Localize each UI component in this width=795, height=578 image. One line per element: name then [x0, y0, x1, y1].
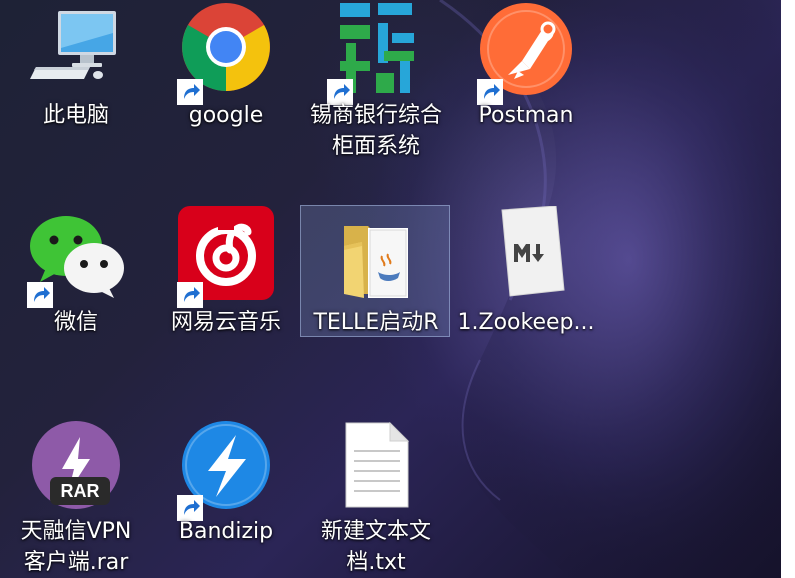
- icon-label: 此电脑: [42, 103, 109, 128]
- desktop: 此电脑 google 锡商银行综合 柜面系统 Postman 微信 网易云音乐 …: [0, 0, 795, 578]
- desktop-icon-bandizip[interactable]: Bandizip: [150, 418, 300, 550]
- desktop-icon-netease-music[interactable]: 网易云音乐: [150, 205, 300, 337]
- shortcut-arrow-icon: [177, 282, 203, 308]
- desktop-icon-google[interactable]: google: [150, 2, 300, 134]
- markdown-file-icon: [478, 206, 574, 302]
- rar-badge: RAR: [60, 481, 100, 501]
- desktop-icon-new-text-file[interactable]: 新建文本文 档.txt: [300, 418, 450, 575]
- icon-label: 新建文本文 档.txt: [320, 519, 431, 575]
- computer-icon: [28, 3, 124, 99]
- icon-label: Bandizip: [178, 519, 274, 544]
- icon-label: 1.Zookeep...: [457, 310, 595, 335]
- winrar-archive-icon: RAR: [28, 419, 124, 515]
- desktop-icon-this-pc[interactable]: 此电脑: [0, 2, 150, 134]
- shortcut-arrow-icon: [27, 282, 53, 308]
- folder-icon: [328, 212, 424, 308]
- desktop-icon-xishang-bank[interactable]: 锡商银行综合 柜面系统: [300, 2, 450, 159]
- icon-label: Postman: [478, 103, 574, 128]
- icon-label: 微信: [53, 310, 98, 335]
- icon-label: 网易云音乐: [170, 310, 281, 335]
- icon-label: TELLE启动R: [313, 310, 439, 335]
- screen-edge: [781, 0, 795, 578]
- desktop-icon-vpn-rar[interactable]: RAR 天融信VPN 客户端.rar: [0, 418, 150, 575]
- desktop-icon-postman[interactable]: Postman: [450, 2, 600, 134]
- desktop-icon-wechat[interactable]: 微信: [0, 205, 150, 337]
- icon-label: 锡商银行综合 柜面系统: [309, 103, 442, 159]
- desktop-icon-zookeeper-md[interactable]: 1.Zookeep...: [450, 205, 600, 337]
- icon-label: google: [188, 103, 264, 128]
- icon-label: 天融信VPN 客户端.rar: [20, 519, 132, 575]
- desktop-icon-telle-folder[interactable]: TELLE启动R: [300, 205, 450, 337]
- text-file-icon: [328, 419, 424, 515]
